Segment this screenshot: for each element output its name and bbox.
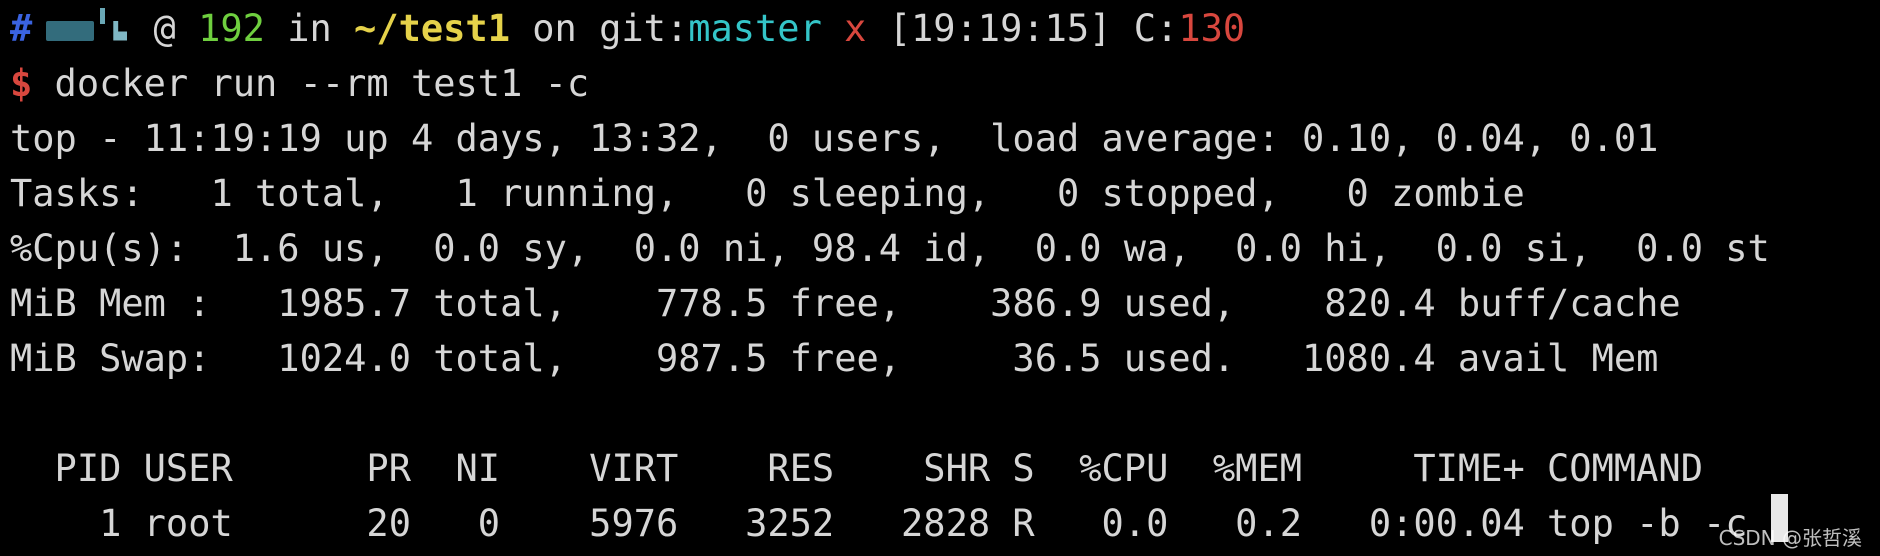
prompt-git-label: git: [599, 7, 689, 50]
shell-prompt-line: # @ 192 in ~/test1 on git:master x [19:1… [10, 2, 1245, 56]
prompt-directory: ~/test1 [354, 7, 510, 50]
terminal-window[interactable]: # @ 192 in ~/test1 on git:master x [19:1… [0, 0, 1880, 556]
prompt-exit-label: C: [1133, 7, 1179, 50]
prompt-git-dirty: x [844, 7, 867, 50]
prompt-host: 192 [198, 7, 265, 50]
command-text: docker run --rm test1 -c [32, 62, 590, 105]
prompt-time: [19:19:15] [888, 7, 1112, 50]
watermark: CSDN @张哲溪 [1718, 526, 1862, 550]
top-swap-line: MiB Swap: 1024.0 total, 987.5 free, 36.5… [10, 337, 1659, 380]
redacted-username-block [46, 20, 95, 41]
prompt-git-branch: master [688, 7, 822, 50]
prompt-at: @ [131, 7, 199, 50]
prompt-exit-code: 130 [1178, 7, 1246, 50]
command-line: $ docker run --rm test1 -c [10, 57, 589, 111]
prompt-dollar: $ [10, 62, 33, 105]
top-header-line: top - 11:19:19 up 4 days, 13:32, 0 users… [10, 117, 1659, 160]
top-cpu-line: %Cpu(s): 1.6 us, 0.0 sy, 0.0 ni, 98.4 id… [10, 227, 1770, 270]
prompt-hash: # [10, 7, 33, 50]
process-table-header: PID USER PR NI VIRT RES SHR S %CPU %MEM … [10, 447, 1703, 490]
process-table-row: 1 root 20 0 5976 3252 2828 R 0.0 0.2 0:0… [10, 502, 1748, 545]
prompt-on: on [509, 7, 600, 50]
redacted-username-glyph [113, 20, 128, 41]
top-tasks-line: Tasks: 1 total, 1 running, 0 sleeping, 0… [10, 172, 1525, 215]
prompt-in: in [264, 7, 355, 50]
top-mem-line: MiB Mem : 1985.7 total, 778.5 free, 386.… [10, 282, 1681, 325]
redacted-username-tick [100, 8, 106, 24]
